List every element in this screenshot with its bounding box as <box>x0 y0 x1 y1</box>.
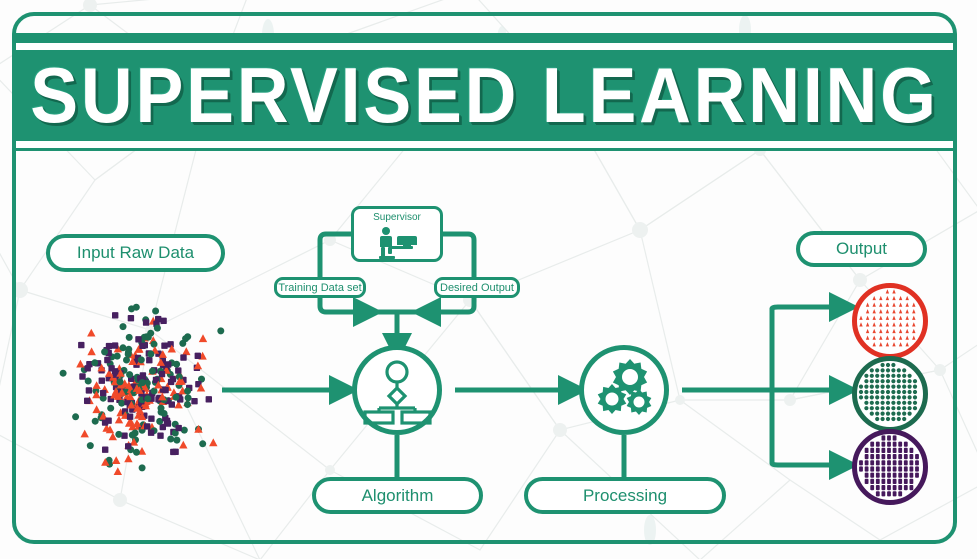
label-output-text: Output <box>835 239 888 258</box>
label-training-data-set: Training Data set <box>274 277 366 298</box>
output-cluster-purple <box>852 429 928 505</box>
label-processing-text: Processing <box>582 485 668 505</box>
bar-grid-icon <box>859 435 919 497</box>
label-training-data-set-text: Training Data set <box>278 281 362 294</box>
supervisor-card: Supervisor <box>351 206 443 262</box>
label-input-raw-data: Input Raw Data <box>46 234 225 272</box>
label-output: Output <box>796 231 927 267</box>
output-cluster-green <box>852 356 928 432</box>
person-at-desk-icon <box>379 227 417 259</box>
person-grid-icon <box>859 289 916 347</box>
processing-node <box>579 345 669 435</box>
flowchart-icon <box>363 360 432 425</box>
algorithm-node <box>352 345 442 435</box>
dot-grid-icon <box>858 362 918 422</box>
label-desired-output: Desired Output <box>434 277 520 298</box>
supervisor-label: Supervisor <box>373 212 421 223</box>
label-processing: Processing <box>524 477 726 514</box>
label-algorithm-text: Algorithm <box>361 485 434 505</box>
label-input-raw-data-text: Input Raw Data <box>76 243 195 262</box>
output-cluster-red <box>852 283 928 359</box>
gears-icon <box>597 359 652 415</box>
label-desired-output-text: Desired Output <box>440 281 514 294</box>
label-algorithm: Algorithm <box>312 477 483 514</box>
raw-data-scatter-cluster <box>59 303 225 475</box>
infographic-canvas: SUPERVISED LEARNING Input Raw Data Outpu… <box>0 0 977 559</box>
